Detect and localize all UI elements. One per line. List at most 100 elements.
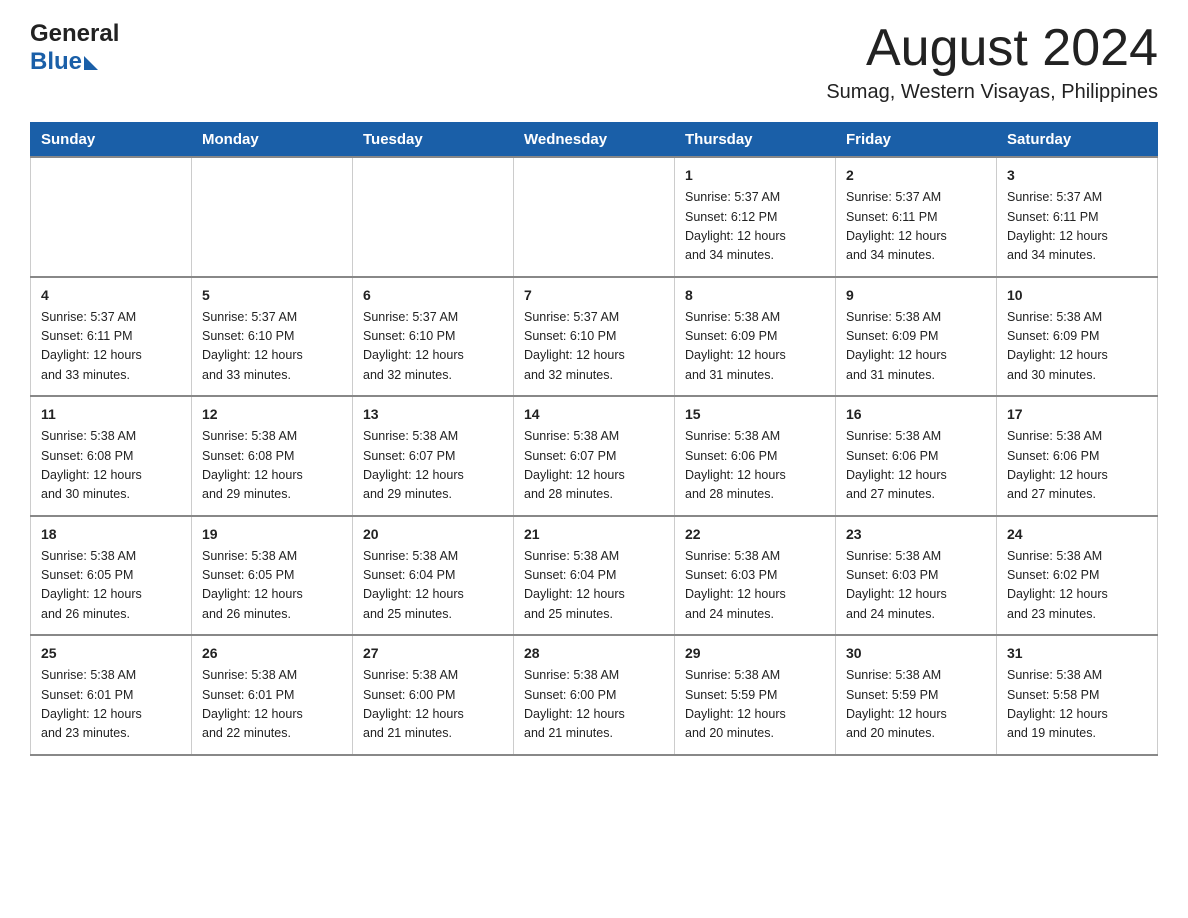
calendar-cell xyxy=(353,157,514,277)
calendar-table: SundayMondayTuesdayWednesdayThursdayFrid… xyxy=(30,122,1158,756)
calendar-cell xyxy=(514,157,675,277)
day-number: 16 xyxy=(846,404,986,425)
day-number: 18 xyxy=(41,524,181,545)
weekday-header-friday: Friday xyxy=(836,123,997,158)
weekday-header-monday: Monday xyxy=(192,123,353,158)
day-number: 7 xyxy=(524,285,664,306)
day-number: 23 xyxy=(846,524,986,545)
calendar-cell: 7Sunrise: 5:37 AM Sunset: 6:10 PM Daylig… xyxy=(514,277,675,397)
calendar-cell: 28Sunrise: 5:38 AM Sunset: 6:00 PM Dayli… xyxy=(514,635,675,755)
calendar-week-row: 1Sunrise: 5:37 AM Sunset: 6:12 PM Daylig… xyxy=(31,157,1158,277)
calendar-cell: 4Sunrise: 5:37 AM Sunset: 6:11 PM Daylig… xyxy=(31,277,192,397)
calendar-week-row: 4Sunrise: 5:37 AM Sunset: 6:11 PM Daylig… xyxy=(31,277,1158,397)
day-info: Sunrise: 5:38 AM Sunset: 6:03 PM Dayligh… xyxy=(685,547,825,625)
calendar-cell: 29Sunrise: 5:38 AM Sunset: 5:59 PM Dayli… xyxy=(675,635,836,755)
day-number: 4 xyxy=(41,285,181,306)
day-info: Sunrise: 5:38 AM Sunset: 6:07 PM Dayligh… xyxy=(363,427,503,505)
day-info: Sunrise: 5:38 AM Sunset: 5:59 PM Dayligh… xyxy=(846,666,986,744)
page-header: General Blue August 2024 Sumag, Western … xyxy=(30,20,1158,104)
day-number: 2 xyxy=(846,165,986,186)
calendar-cell: 8Sunrise: 5:38 AM Sunset: 6:09 PM Daylig… xyxy=(675,277,836,397)
day-info: Sunrise: 5:38 AM Sunset: 6:01 PM Dayligh… xyxy=(41,666,181,744)
calendar-cell: 27Sunrise: 5:38 AM Sunset: 6:00 PM Dayli… xyxy=(353,635,514,755)
day-number: 22 xyxy=(685,524,825,545)
calendar-cell: 19Sunrise: 5:38 AM Sunset: 6:05 PM Dayli… xyxy=(192,516,353,636)
day-info: Sunrise: 5:38 AM Sunset: 6:09 PM Dayligh… xyxy=(1007,308,1147,386)
calendar-cell: 24Sunrise: 5:38 AM Sunset: 6:02 PM Dayli… xyxy=(997,516,1158,636)
day-info: Sunrise: 5:37 AM Sunset: 6:11 PM Dayligh… xyxy=(1007,188,1147,266)
location-text: Sumag, Western Visayas, Philippines xyxy=(826,81,1158,104)
day-info: Sunrise: 5:37 AM Sunset: 6:11 PM Dayligh… xyxy=(846,188,986,266)
calendar-week-row: 11Sunrise: 5:38 AM Sunset: 6:08 PM Dayli… xyxy=(31,396,1158,516)
day-number: 27 xyxy=(363,643,503,664)
calendar-cell: 1Sunrise: 5:37 AM Sunset: 6:12 PM Daylig… xyxy=(675,157,836,277)
calendar-cell: 3Sunrise: 5:37 AM Sunset: 6:11 PM Daylig… xyxy=(997,157,1158,277)
day-number: 28 xyxy=(524,643,664,664)
calendar-cell: 16Sunrise: 5:38 AM Sunset: 6:06 PM Dayli… xyxy=(836,396,997,516)
calendar-header-row: SundayMondayTuesdayWednesdayThursdayFrid… xyxy=(31,123,1158,158)
weekday-header-saturday: Saturday xyxy=(997,123,1158,158)
day-info: Sunrise: 5:38 AM Sunset: 5:59 PM Dayligh… xyxy=(685,666,825,744)
day-number: 30 xyxy=(846,643,986,664)
logo: General Blue xyxy=(30,20,119,76)
calendar-cell xyxy=(31,157,192,277)
day-number: 13 xyxy=(363,404,503,425)
day-number: 5 xyxy=(202,285,342,306)
day-number: 24 xyxy=(1007,524,1147,545)
day-info: Sunrise: 5:38 AM Sunset: 6:06 PM Dayligh… xyxy=(1007,427,1147,505)
calendar-cell: 10Sunrise: 5:38 AM Sunset: 6:09 PM Dayli… xyxy=(997,277,1158,397)
calendar-cell: 15Sunrise: 5:38 AM Sunset: 6:06 PM Dayli… xyxy=(675,396,836,516)
day-number: 26 xyxy=(202,643,342,664)
day-info: Sunrise: 5:38 AM Sunset: 6:08 PM Dayligh… xyxy=(41,427,181,505)
month-title: August 2024 xyxy=(826,20,1158,77)
day-info: Sunrise: 5:38 AM Sunset: 5:58 PM Dayligh… xyxy=(1007,666,1147,744)
day-info: Sunrise: 5:37 AM Sunset: 6:11 PM Dayligh… xyxy=(41,308,181,386)
calendar-cell: 5Sunrise: 5:37 AM Sunset: 6:10 PM Daylig… xyxy=(192,277,353,397)
calendar-cell: 18Sunrise: 5:38 AM Sunset: 6:05 PM Dayli… xyxy=(31,516,192,636)
day-number: 19 xyxy=(202,524,342,545)
day-info: Sunrise: 5:38 AM Sunset: 6:05 PM Dayligh… xyxy=(41,547,181,625)
weekday-header-sunday: Sunday xyxy=(31,123,192,158)
title-area: August 2024 Sumag, Western Visayas, Phil… xyxy=(826,20,1158,104)
calendar-cell: 11Sunrise: 5:38 AM Sunset: 6:08 PM Dayli… xyxy=(31,396,192,516)
calendar-cell xyxy=(192,157,353,277)
calendar-cell: 2Sunrise: 5:37 AM Sunset: 6:11 PM Daylig… xyxy=(836,157,997,277)
day-info: Sunrise: 5:38 AM Sunset: 6:08 PM Dayligh… xyxy=(202,427,342,505)
calendar-cell: 30Sunrise: 5:38 AM Sunset: 5:59 PM Dayli… xyxy=(836,635,997,755)
day-info: Sunrise: 5:38 AM Sunset: 6:00 PM Dayligh… xyxy=(524,666,664,744)
day-info: Sunrise: 5:38 AM Sunset: 6:09 PM Dayligh… xyxy=(685,308,825,386)
day-info: Sunrise: 5:38 AM Sunset: 6:06 PM Dayligh… xyxy=(846,427,986,505)
day-info: Sunrise: 5:38 AM Sunset: 6:04 PM Dayligh… xyxy=(363,547,503,625)
weekday-header-wednesday: Wednesday xyxy=(514,123,675,158)
day-info: Sunrise: 5:38 AM Sunset: 6:00 PM Dayligh… xyxy=(363,666,503,744)
day-info: Sunrise: 5:38 AM Sunset: 6:09 PM Dayligh… xyxy=(846,308,986,386)
calendar-cell: 21Sunrise: 5:38 AM Sunset: 6:04 PM Dayli… xyxy=(514,516,675,636)
calendar-week-row: 25Sunrise: 5:38 AM Sunset: 6:01 PM Dayli… xyxy=(31,635,1158,755)
weekday-header-thursday: Thursday xyxy=(675,123,836,158)
day-number: 1 xyxy=(685,165,825,186)
day-info: Sunrise: 5:38 AM Sunset: 6:04 PM Dayligh… xyxy=(524,547,664,625)
day-info: Sunrise: 5:38 AM Sunset: 6:07 PM Dayligh… xyxy=(524,427,664,505)
day-number: 21 xyxy=(524,524,664,545)
calendar-cell: 17Sunrise: 5:38 AM Sunset: 6:06 PM Dayli… xyxy=(997,396,1158,516)
calendar-cell: 13Sunrise: 5:38 AM Sunset: 6:07 PM Dayli… xyxy=(353,396,514,516)
day-number: 15 xyxy=(685,404,825,425)
calendar-cell: 23Sunrise: 5:38 AM Sunset: 6:03 PM Dayli… xyxy=(836,516,997,636)
weekday-header-tuesday: Tuesday xyxy=(353,123,514,158)
day-info: Sunrise: 5:37 AM Sunset: 6:10 PM Dayligh… xyxy=(524,308,664,386)
calendar-cell: 12Sunrise: 5:38 AM Sunset: 6:08 PM Dayli… xyxy=(192,396,353,516)
day-number: 31 xyxy=(1007,643,1147,664)
day-number: 12 xyxy=(202,404,342,425)
day-info: Sunrise: 5:38 AM Sunset: 6:02 PM Dayligh… xyxy=(1007,547,1147,625)
day-number: 3 xyxy=(1007,165,1147,186)
day-number: 25 xyxy=(41,643,181,664)
day-info: Sunrise: 5:38 AM Sunset: 6:01 PM Dayligh… xyxy=(202,666,342,744)
logo-general-text: General xyxy=(30,20,119,48)
day-number: 20 xyxy=(363,524,503,545)
calendar-cell: 14Sunrise: 5:38 AM Sunset: 6:07 PM Dayli… xyxy=(514,396,675,516)
day-number: 11 xyxy=(41,404,181,425)
calendar-cell: 22Sunrise: 5:38 AM Sunset: 6:03 PM Dayli… xyxy=(675,516,836,636)
logo-blue-text: Blue xyxy=(30,48,82,76)
calendar-cell: 26Sunrise: 5:38 AM Sunset: 6:01 PM Dayli… xyxy=(192,635,353,755)
day-number: 14 xyxy=(524,404,664,425)
